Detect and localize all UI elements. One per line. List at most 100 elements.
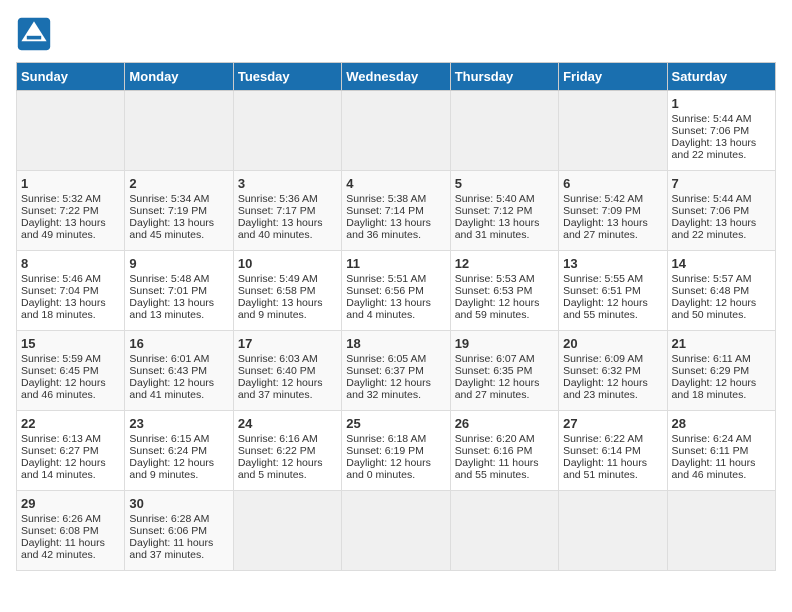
day-number: 11 [346,256,445,271]
sunrise: Sunrise: 5:55 AM [563,273,643,285]
calendar-cell [233,491,341,571]
daylight: Daylight: 13 hours and 18 minutes. [21,297,106,321]
day-number: 15 [21,336,120,351]
calendar-cell: 16 Sunrise: 6:01 AM Sunset: 6:43 PM Dayl… [125,331,233,411]
sunrise: Sunrise: 5:40 AM [455,193,535,205]
sunrise: Sunrise: 5:51 AM [346,273,426,285]
daylight: Daylight: 13 hours and 9 minutes. [238,297,323,321]
day-number: 9 [129,256,228,271]
calendar-week-row: 8 Sunrise: 5:46 AM Sunset: 7:04 PM Dayli… [17,251,776,331]
sunset: Sunset: 7:17 PM [238,205,316,217]
sunset: Sunset: 7:04 PM [21,285,99,297]
daylight: Daylight: 13 hours and 45 minutes. [129,217,214,241]
daylight: Daylight: 12 hours and 0 minutes. [346,457,431,481]
daylight: Daylight: 13 hours and 49 minutes. [21,217,106,241]
day-number: 28 [672,416,771,431]
calendar-cell: 24 Sunrise: 6:16 AM Sunset: 6:22 PM Dayl… [233,411,341,491]
daylight: Daylight: 12 hours and 37 minutes. [238,377,323,401]
daylight: Daylight: 12 hours and 55 minutes. [563,297,648,321]
day-number: 23 [129,416,228,431]
calendar-header-row: SundayMondayTuesdayWednesdayThursdayFrid… [17,63,776,91]
sunrise: Sunrise: 5:48 AM [129,273,209,285]
day-number: 1 [672,96,771,111]
sunrise: Sunrise: 6:11 AM [672,353,751,365]
day-number: 17 [238,336,337,351]
day-number: 6 [563,176,662,191]
sunset: Sunset: 6:32 PM [563,365,641,377]
day-number: 29 [21,496,120,511]
calendar-cell: 26 Sunrise: 6:20 AM Sunset: 6:16 PM Dayl… [450,411,558,491]
day-number: 30 [129,496,228,511]
sunrise: Sunrise: 6:15 AM [129,433,209,445]
sunset: Sunset: 6:08 PM [21,525,99,537]
daylight: Daylight: 13 hours and 36 minutes. [346,217,431,241]
calendar-cell [342,91,450,171]
calendar-cell: 23 Sunrise: 6:15 AM Sunset: 6:24 PM Dayl… [125,411,233,491]
daylight: Daylight: 12 hours and 32 minutes. [346,377,431,401]
daylight: Daylight: 12 hours and 27 minutes. [455,377,540,401]
day-number: 5 [455,176,554,191]
sunrise: Sunrise: 6:16 AM [238,433,318,445]
calendar-cell: 30 Sunrise: 6:28 AM Sunset: 6:06 PM Dayl… [125,491,233,571]
sunset: Sunset: 6:06 PM [129,525,207,537]
sunset: Sunset: 6:27 PM [21,445,99,457]
daylight: Daylight: 11 hours and 46 minutes. [672,457,756,481]
day-number: 16 [129,336,228,351]
day-number: 22 [21,416,120,431]
daylight: Daylight: 13 hours and 27 minutes. [563,217,648,241]
calendar-table: SundayMondayTuesdayWednesdayThursdayFrid… [16,62,776,571]
sunset: Sunset: 7:01 PM [129,285,207,297]
page-header [16,16,776,52]
calendar-cell: 14 Sunrise: 5:57 AM Sunset: 6:48 PM Dayl… [667,251,775,331]
calendar-cell: 15 Sunrise: 5:59 AM Sunset: 6:45 PM Dayl… [17,331,125,411]
sunset: Sunset: 6:35 PM [455,365,533,377]
sunset: Sunset: 6:40 PM [238,365,316,377]
calendar-cell: 10 Sunrise: 5:49 AM Sunset: 6:58 PM Dayl… [233,251,341,331]
day-number: 14 [672,256,771,271]
calendar-cell: 4 Sunrise: 5:38 AM Sunset: 7:14 PM Dayli… [342,171,450,251]
sunset: Sunset: 6:48 PM [672,285,750,297]
logo-icon [16,16,52,52]
sunset: Sunset: 6:43 PM [129,365,207,377]
sunrise: Sunrise: 5:46 AM [21,273,101,285]
calendar-cell: 25 Sunrise: 6:18 AM Sunset: 6:19 PM Dayl… [342,411,450,491]
calendar-cell: 6 Sunrise: 5:42 AM Sunset: 7:09 PM Dayli… [559,171,667,251]
daylight: Daylight: 11 hours and 55 minutes. [455,457,539,481]
sunrise: Sunrise: 5:53 AM [455,273,535,285]
sunrise: Sunrise: 5:42 AM [563,193,643,205]
daylight: Daylight: 12 hours and 9 minutes. [129,457,214,481]
sunrise: Sunrise: 6:22 AM [563,433,643,445]
sunrise: Sunrise: 5:44 AM [672,113,752,125]
daylight: Daylight: 13 hours and 31 minutes. [455,217,540,241]
calendar-week-row: 1 Sunrise: 5:44 AM Sunset: 7:06 PM Dayli… [17,91,776,171]
day-number: 3 [238,176,337,191]
sunrise: Sunrise: 5:36 AM [238,193,318,205]
sunrise: Sunrise: 6:07 AM [455,353,535,365]
sunset: Sunset: 6:45 PM [21,365,99,377]
calendar-cell: 11 Sunrise: 5:51 AM Sunset: 6:56 PM Dayl… [342,251,450,331]
weekday-header: Sunday [17,63,125,91]
calendar-body: 1 Sunrise: 5:44 AM Sunset: 7:06 PM Dayli… [17,91,776,571]
sunset: Sunset: 6:53 PM [455,285,533,297]
calendar-cell: 9 Sunrise: 5:48 AM Sunset: 7:01 PM Dayli… [125,251,233,331]
sunset: Sunset: 7:06 PM [672,125,750,137]
calendar-cell [559,91,667,171]
day-number: 4 [346,176,445,191]
sunset: Sunset: 6:37 PM [346,365,424,377]
calendar-cell: 17 Sunrise: 6:03 AM Sunset: 6:40 PM Dayl… [233,331,341,411]
sunrise: Sunrise: 5:38 AM [346,193,426,205]
day-number: 27 [563,416,662,431]
day-number: 7 [672,176,771,191]
calendar-cell: 3 Sunrise: 5:36 AM Sunset: 7:17 PM Dayli… [233,171,341,251]
sunset: Sunset: 6:14 PM [563,445,641,457]
calendar-cell [559,491,667,571]
sunset: Sunset: 6:11 PM [672,445,749,457]
day-number: 20 [563,336,662,351]
calendar-cell [125,91,233,171]
sunrise: Sunrise: 5:49 AM [238,273,318,285]
day-number: 24 [238,416,337,431]
daylight: Daylight: 12 hours and 50 minutes. [672,297,757,321]
calendar-cell: 12 Sunrise: 5:53 AM Sunset: 6:53 PM Dayl… [450,251,558,331]
daylight: Daylight: 13 hours and 40 minutes. [238,217,323,241]
sunset: Sunset: 7:14 PM [346,205,424,217]
